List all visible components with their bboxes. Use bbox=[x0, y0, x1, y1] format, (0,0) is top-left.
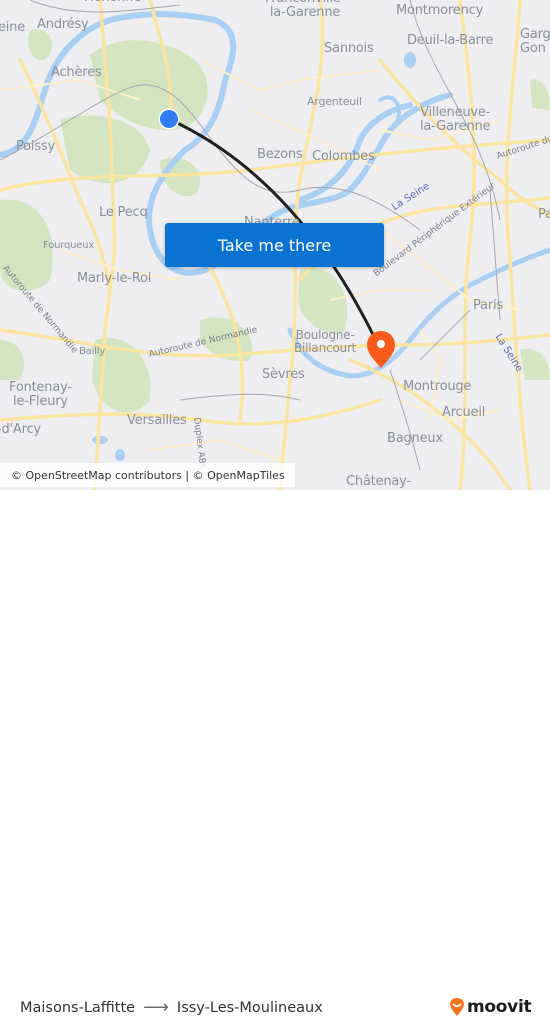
place-label: Arcueil bbox=[442, 405, 486, 420]
place-label: Bezons bbox=[257, 147, 303, 162]
arrow-right-icon: ⟶ bbox=[143, 997, 169, 1018]
place-label: Villeneuve- la-Garenne bbox=[420, 105, 491, 134]
route-title: Maisons-Laffitte ⟶ Issy-Les-Moulineaux bbox=[20, 997, 323, 1018]
moovit-logo[interactable]: moovit bbox=[449, 997, 532, 1017]
place-label: Franconville- la-Garenne bbox=[265, 0, 345, 20]
place-label: Argenteuil bbox=[307, 95, 362, 108]
place-label: Achères bbox=[51, 65, 102, 80]
place-label: Versailles bbox=[127, 413, 187, 428]
place-label: Le Pecq bbox=[99, 205, 148, 220]
place-label: -d'Arcy bbox=[0, 422, 41, 437]
place-label: Paris bbox=[473, 298, 503, 313]
place-label: Sèvres bbox=[262, 367, 305, 382]
place-label: Sannois bbox=[324, 41, 374, 56]
origin-marker[interactable] bbox=[158, 108, 180, 130]
origin-name: Maisons-Laffitte bbox=[20, 1000, 136, 1016]
place-label: Fontenay- le-Fleury bbox=[9, 380, 72, 409]
moovit-wordmark: moovit bbox=[467, 997, 532, 1017]
destination-name: Issy-Les-Moulineaux bbox=[176, 1000, 323, 1016]
place-label: Fourqueux bbox=[43, 240, 95, 251]
place-label: Hononne bbox=[84, 0, 141, 5]
place-label: Bagneux bbox=[387, 431, 443, 446]
take-me-there-button[interactable]: Take me there bbox=[165, 223, 384, 267]
place-label: Poissy bbox=[16, 139, 55, 154]
map[interactable]: eine Andrésy Hononne Achères Poissy Fran… bbox=[0, 0, 550, 490]
place-label: Bailly bbox=[79, 346, 106, 357]
place-label: Garg Gon bbox=[520, 27, 550, 56]
place-label: Châtenay- bbox=[346, 474, 411, 489]
place-label: Deuil-la-Barre bbox=[407, 33, 494, 48]
place-label: Montrouge bbox=[403, 379, 472, 394]
place-label: Boulogne- Billancourt bbox=[294, 328, 357, 355]
place-label: Pa bbox=[538, 207, 550, 222]
place-label: Marly-le-Roi bbox=[77, 271, 152, 286]
footer: Maisons-Laffitte ⟶ Issy-Les-Moulineaux m… bbox=[0, 490, 550, 1017]
place-label: eine bbox=[0, 20, 26, 35]
place-label: Montmorency bbox=[396, 3, 484, 18]
moovit-pin-icon bbox=[450, 998, 464, 1016]
place-label: Andrésy bbox=[37, 17, 89, 32]
map-attribution[interactable]: © OpenStreetMap contributors | © OpenMap… bbox=[0, 463, 295, 487]
place-label: Colombes bbox=[312, 149, 375, 164]
